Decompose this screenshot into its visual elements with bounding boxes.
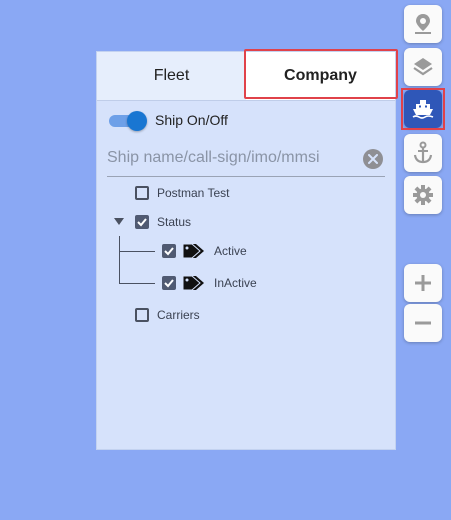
expand-caret-icon[interactable] bbox=[114, 218, 124, 225]
clear-search-button[interactable] bbox=[363, 149, 383, 169]
tags-icon bbox=[182, 243, 204, 259]
tree-label-active: Active bbox=[214, 244, 247, 258]
tab-company[interactable]: Company bbox=[246, 52, 395, 100]
layers-icon bbox=[413, 58, 433, 76]
tab-bar: Fleet Company bbox=[97, 52, 395, 101]
close-icon bbox=[368, 154, 378, 164]
zoom-out-button[interactable] bbox=[404, 304, 442, 342]
zoom-out-icon bbox=[415, 321, 431, 325]
search-underline bbox=[107, 176, 385, 177]
checkbox-active[interactable] bbox=[162, 244, 176, 258]
checkbox-status[interactable] bbox=[135, 215, 149, 229]
layers-button[interactable] bbox=[404, 48, 442, 86]
tab-fleet-label: Fleet bbox=[153, 67, 190, 84]
settings-button[interactable] bbox=[404, 176, 442, 214]
checkbox-carriers[interactable] bbox=[135, 308, 149, 322]
tree-connector bbox=[119, 283, 155, 284]
ship-search-input[interactable] bbox=[107, 144, 362, 172]
tree-label-inactive: InActive bbox=[214, 276, 257, 290]
tree-connector bbox=[119, 251, 155, 252]
zoom-in-button[interactable] bbox=[404, 264, 442, 302]
tab-company-label: Company bbox=[284, 67, 357, 84]
zoom-in-icon bbox=[415, 275, 431, 291]
location-button[interactable] bbox=[404, 5, 442, 43]
check-icon bbox=[164, 279, 174, 288]
anchor-icon bbox=[413, 141, 433, 164]
ship-toggle-label: Ship On/Off bbox=[155, 112, 228, 128]
tags-icon bbox=[182, 275, 204, 291]
anchor-button[interactable] bbox=[404, 134, 442, 172]
check-icon bbox=[137, 218, 147, 227]
tree-connector bbox=[119, 236, 120, 283]
ship-toggle[interactable] bbox=[109, 111, 147, 131]
check-icon bbox=[164, 247, 174, 256]
ship-icon bbox=[412, 100, 434, 119]
tree-label-carriers: Carriers bbox=[157, 308, 200, 322]
tree-label-postman-test: Postman Test bbox=[157, 186, 230, 200]
fleet-panel: Fleet Company Ship On/Off Postman Test S… bbox=[96, 51, 396, 450]
checkbox-postman-test[interactable] bbox=[135, 186, 149, 200]
gear-icon bbox=[413, 185, 433, 205]
checkbox-inactive[interactable] bbox=[162, 276, 176, 290]
location-pin-icon bbox=[415, 14, 431, 34]
tree-label-status: Status bbox=[157, 215, 192, 229]
tab-fleet[interactable]: Fleet bbox=[97, 52, 246, 100]
toggle-knob bbox=[127, 111, 147, 131]
ship-button[interactable] bbox=[404, 90, 442, 128]
